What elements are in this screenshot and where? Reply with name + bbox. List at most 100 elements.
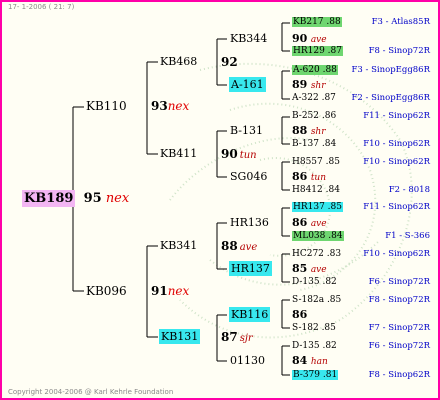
gen4-code: 01130 [230, 354, 265, 367]
gen4-year-line: 85 ave [292, 263, 327, 275]
gen5-node[interactable]: D-135 .82 [292, 278, 337, 287]
gen4-node[interactable]: HR136 [230, 217, 269, 228]
gen5-code: ML038 .84 [292, 231, 344, 241]
gen5-node[interactable]: A-620 .88 [292, 65, 338, 75]
gen4-year: 86 [292, 216, 308, 229]
gen3-year-line: 87 sjr [221, 331, 253, 344]
gen5-node[interactable]: HR129 .87 [292, 46, 343, 56]
gen3-node[interactable]: KB131 [159, 329, 201, 344]
gen5-code: B-379 .81 [292, 370, 339, 380]
gen5-node[interactable]: H8412 .84 [292, 186, 340, 195]
gen5-node[interactable]: D-135 .82 [292, 342, 337, 351]
gen5-code: A-322 .87 [292, 93, 336, 103]
gen4-year: 90 [292, 32, 308, 45]
gen5-line-info: F6 - Sinop72R [368, 341, 430, 351]
gen1-suffix: nex [105, 191, 130, 206]
gen5-line-info: F11 - Sinop62R [363, 111, 430, 121]
gen3-year-line: 92 [221, 56, 238, 68]
gen2-suffix: nex [167, 99, 190, 113]
gen5-node[interactable]: B-379 .81 [292, 370, 339, 380]
gen5-code: S-182a .85 [292, 295, 342, 305]
gen4-suffix: shr [310, 81, 326, 91]
gen3-node[interactable]: KB411 [160, 148, 197, 159]
gen5-line-info: F3 - Atlas85R [371, 17, 430, 27]
gen5-line-info: F1 - S-366 [385, 231, 430, 241]
gen5-line-info: F8 - Sinop62R [368, 370, 430, 380]
gen4-year-line: 90 ave [292, 33, 327, 45]
gen4-year-line: 86 tun [292, 171, 326, 183]
gen5-code: HC272 .83 [292, 249, 342, 259]
gen4-node[interactable]: KB344 [230, 33, 267, 44]
gen3-suffix: ave [239, 242, 258, 253]
gen4-node[interactable]: SG046 [230, 171, 267, 182]
gen4-suffix: shr [310, 127, 326, 137]
gen4-suffix: ave [310, 265, 327, 275]
gen5-node[interactable]: ML038 .84 [292, 231, 344, 241]
gen5-line-info: F7 - Sinop72R [368, 323, 430, 333]
gen5-code: HR137 .85 [292, 202, 343, 212]
gen4-code: HR137 [229, 261, 272, 276]
gen5-node[interactable]: S-182a .85 [292, 296, 341, 305]
gen5-node[interactable]: A-322 .87 [292, 94, 336, 103]
gen2-year-line: 91nex [151, 285, 189, 297]
gen5-code: HR129 .87 [292, 46, 343, 56]
gen2-code: KB096 [86, 284, 127, 298]
gen1-code: KB189 [22, 190, 76, 207]
gen2-suffix: nex [167, 284, 190, 298]
gen4-suffix: tun [310, 173, 327, 183]
gen4-code: B-131 [230, 124, 263, 137]
gen5-node[interactable]: HR137 .85 [292, 202, 343, 212]
gen4-suffix: ave [310, 219, 327, 229]
gen4-year-line: 86 [292, 309, 307, 321]
gen5-code: H8557 .85 [292, 157, 340, 167]
gen5-line-info: F10 - Sinop62R [363, 157, 430, 167]
gen5-node[interactable]: B-252 .86 [292, 112, 336, 121]
gen4-year-line: 88 shr [292, 125, 326, 137]
gen4-node[interactable]: 01130 [230, 355, 265, 366]
gen4-node[interactable]: HR137 [229, 261, 272, 276]
gen1-node[interactable]: KB189 95 nex [22, 190, 130, 207]
gen4-node[interactable]: B-131 [230, 125, 263, 136]
gen4-code: KB116 [229, 307, 271, 322]
gen5-node[interactable]: S-182 .85 [292, 324, 336, 333]
gen5-code: KB217 .88 [292, 17, 342, 27]
gen5-line-info: F8 - Sinop72R [368, 46, 430, 56]
gen5-line-info: F8 - Sinop72R [368, 295, 430, 305]
gen4-suffix: han [310, 357, 328, 367]
gen5-code: B-137 .84 [292, 139, 337, 149]
gen5-node[interactable]: B-137 .84 [292, 140, 336, 149]
gen5-node[interactable]: KB217 .88 [292, 17, 342, 27]
gen3-code: KB131 [159, 329, 201, 344]
gen3-year: 90 [221, 147, 238, 161]
gen5-line-info: F2 - 8018 [388, 185, 430, 195]
gen2-code: KB110 [86, 99, 127, 113]
gen3-year: 87 [221, 330, 238, 344]
gen2-node[interactable]: KB096 [86, 285, 127, 297]
gen4-node[interactable]: KB116 [229, 307, 271, 322]
gen4-year: 84 [292, 354, 308, 367]
gen5-line-info: F11 - Sinop62R [363, 202, 430, 212]
gen3-code: KB341 [160, 239, 198, 252]
gen5-line-info: F3 - SinopEgg86R [351, 65, 430, 75]
gen3-node[interactable]: KB468 [160, 56, 197, 67]
gen5-node[interactable]: H8557 .85 [292, 158, 340, 167]
gen5-code: A-620 .88 [292, 65, 338, 75]
gen4-node[interactable]: A-161 [229, 77, 266, 92]
gen5-code: D-135 .82 [292, 277, 337, 287]
gen5-code: B-252 .86 [292, 111, 337, 121]
gen2-year-line: 93nex [151, 100, 189, 112]
gen4-year-line: 84 han [292, 355, 328, 367]
gen3-node[interactable]: KB341 [160, 240, 197, 251]
gen3-year: 92 [221, 55, 238, 69]
gen3-year: 88 [221, 239, 238, 253]
gen5-line-info: F6 - Sinop72R [368, 277, 430, 287]
gen4-year-line: 86 ave [292, 217, 327, 229]
gen3-year-line: 90 tun [221, 148, 257, 161]
gen2-year: 91 [151, 284, 168, 298]
gen5-node[interactable]: HC272 .83 [292, 250, 341, 259]
gen4-year: 88 [292, 124, 308, 137]
gen1-year: 95 [83, 191, 102, 206]
gen2-node[interactable]: KB110 [86, 100, 127, 112]
gen5-line-info: F2 - SinopEgg86R [351, 93, 430, 103]
gen3-year-line: 88 ave [221, 240, 257, 253]
